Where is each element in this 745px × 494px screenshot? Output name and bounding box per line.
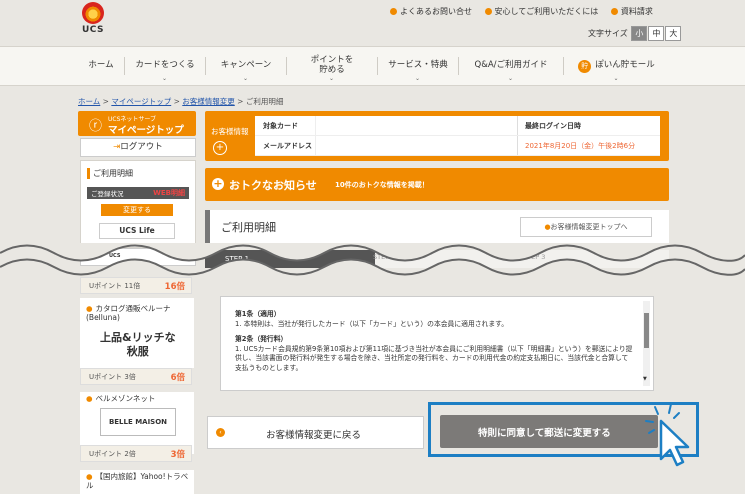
status-badge: ご登録状況 WEB明細 [87, 187, 189, 199]
nav-point-mall[interactable]: 貯ぽいん貯モール ⌄ [564, 47, 669, 85]
yahoo-travel-banner[interactable]: ● 【国内旅館】Yahoo!トラベ ル [80, 470, 194, 494]
customer-info-panel: お客様情報 + 対象カード 最終ログイン日時 メールアドレス 2021年8月20… [205, 111, 669, 161]
torn-edge-divider [0, 243, 745, 277]
sidebar-statement-box: ご利用明細 ご登録状況 WEB明細 変更する UCS Life [80, 160, 196, 248]
plus-icon[interactable]: + [213, 141, 227, 155]
font-size-large[interactable]: 大 [665, 26, 682, 41]
font-size-small[interactable]: 小 [631, 26, 648, 41]
nav-home[interactable]: ホーム [78, 47, 124, 85]
chevron-down-icon: ⌄ [508, 75, 514, 83]
ucslife-link[interactable]: UCS Life [99, 223, 175, 239]
points-rate: Uポイント 11倍 16倍 [80, 277, 192, 294]
deals-banner[interactable]: + おトクなお知らせ 10件のおトクな情報を掲載！ [205, 168, 669, 201]
chevron-down-icon: ⌄ [329, 75, 335, 83]
nav-qa-guide[interactable]: Q&A/ご利用ガイド ⌄ [459, 47, 563, 85]
statement-section-header: ご利用明細 ●お客様情報変更トップへ [205, 210, 669, 244]
chevron-down-icon[interactable]: ▼ [643, 376, 647, 382]
header: UCS よくあるお問い合せ 安心してご利用いただくには 資料請求 文字サイズ 小… [0, 0, 745, 44]
scrollbar[interactable]: ▼ [643, 301, 650, 386]
back-to-customer-info-button[interactable]: ●お客様情報変更トップへ [520, 217, 652, 237]
user-icon: ⓡ [89, 119, 103, 134]
nav-services[interactable]: サービス・特典 ⌄ [378, 47, 458, 85]
font-size-medium[interactable]: 中 [648, 26, 665, 41]
points-rate: Uポイント 2倍 3倍 [80, 445, 192, 462]
ucs-logo-icon [82, 2, 104, 24]
ucs-logo[interactable]: UCS [78, 2, 108, 35]
click-cursor-icon [645, 403, 690, 467]
breadcrumb-customer-info[interactable]: お客様情報変更 [182, 97, 235, 106]
back-button[interactable]: ‹ お客様情報変更に戻る [207, 416, 424, 449]
security-link[interactable]: 安心してご利用いただくには [484, 7, 598, 16]
chevron-down-icon: ⌄ [243, 75, 249, 83]
font-size-switcher: 文字サイズ 小中大 [588, 26, 682, 41]
circle-icon: ● [86, 472, 93, 481]
belluna-banner[interactable]: ● カタログ通販ベルーナ (Belluna) 上品&リッチな 秋服 [80, 298, 194, 368]
points-rate: Uポイント 3倍 6倍 [80, 368, 192, 385]
breadcrumb: ホーム > マイページトップ > お客様情報変更 > ご利用明細 [78, 97, 284, 106]
nav-campaign[interactable]: キャンペーン ⌄ [206, 47, 286, 85]
page-title: ご利用明細 [221, 221, 276, 234]
mole-icon: 貯 [578, 59, 592, 73]
global-nav: ホーム カードをつくる ⌄ キャンペーン ⌄ ポイントを 貯める ⌄ サービス・特典 ⌄… [0, 46, 745, 86]
chevron-down-icon: ⌄ [162, 75, 168, 83]
mypage-top-button[interactable]: ⓡ UCSネットサーブ マイページトップ [78, 111, 196, 136]
plus-icon: + [212, 177, 224, 190]
top-links: よくあるお問い合せ 安心してご利用いただくには 資料請求 [390, 6, 663, 17]
chevron-down-icon: ⌄ [415, 75, 421, 83]
chevron-left-icon: ‹ [216, 428, 225, 437]
breadcrumb-mypage[interactable]: マイページトップ [111, 97, 171, 106]
nav-points[interactable]: ポイントを 貯める ⌄ [287, 47, 377, 85]
change-button[interactable]: 変更する [101, 204, 173, 216]
chevron-down-icon: ⌄ [613, 75, 619, 83]
circle-icon: ● [86, 304, 93, 313]
scrollbar-thumb[interactable] [644, 313, 649, 348]
logout-button[interactable]: ⇥ログアウト [80, 138, 196, 157]
nav-make-card[interactable]: カードをつくる ⌄ [125, 47, 205, 85]
breadcrumb-home[interactable]: ホーム [78, 97, 100, 106]
circle-icon: ● [86, 394, 93, 403]
faq-link[interactable]: よくあるお問い合せ [390, 7, 472, 16]
breadcrumb-current: ご利用明細 [245, 97, 284, 106]
terms-box[interactable]: 第1条（適用） 1. 本特則は、当社が発行したカード（以下「カード」という）の本… [220, 296, 654, 391]
brochure-link[interactable]: 資料請求 [610, 7, 653, 16]
